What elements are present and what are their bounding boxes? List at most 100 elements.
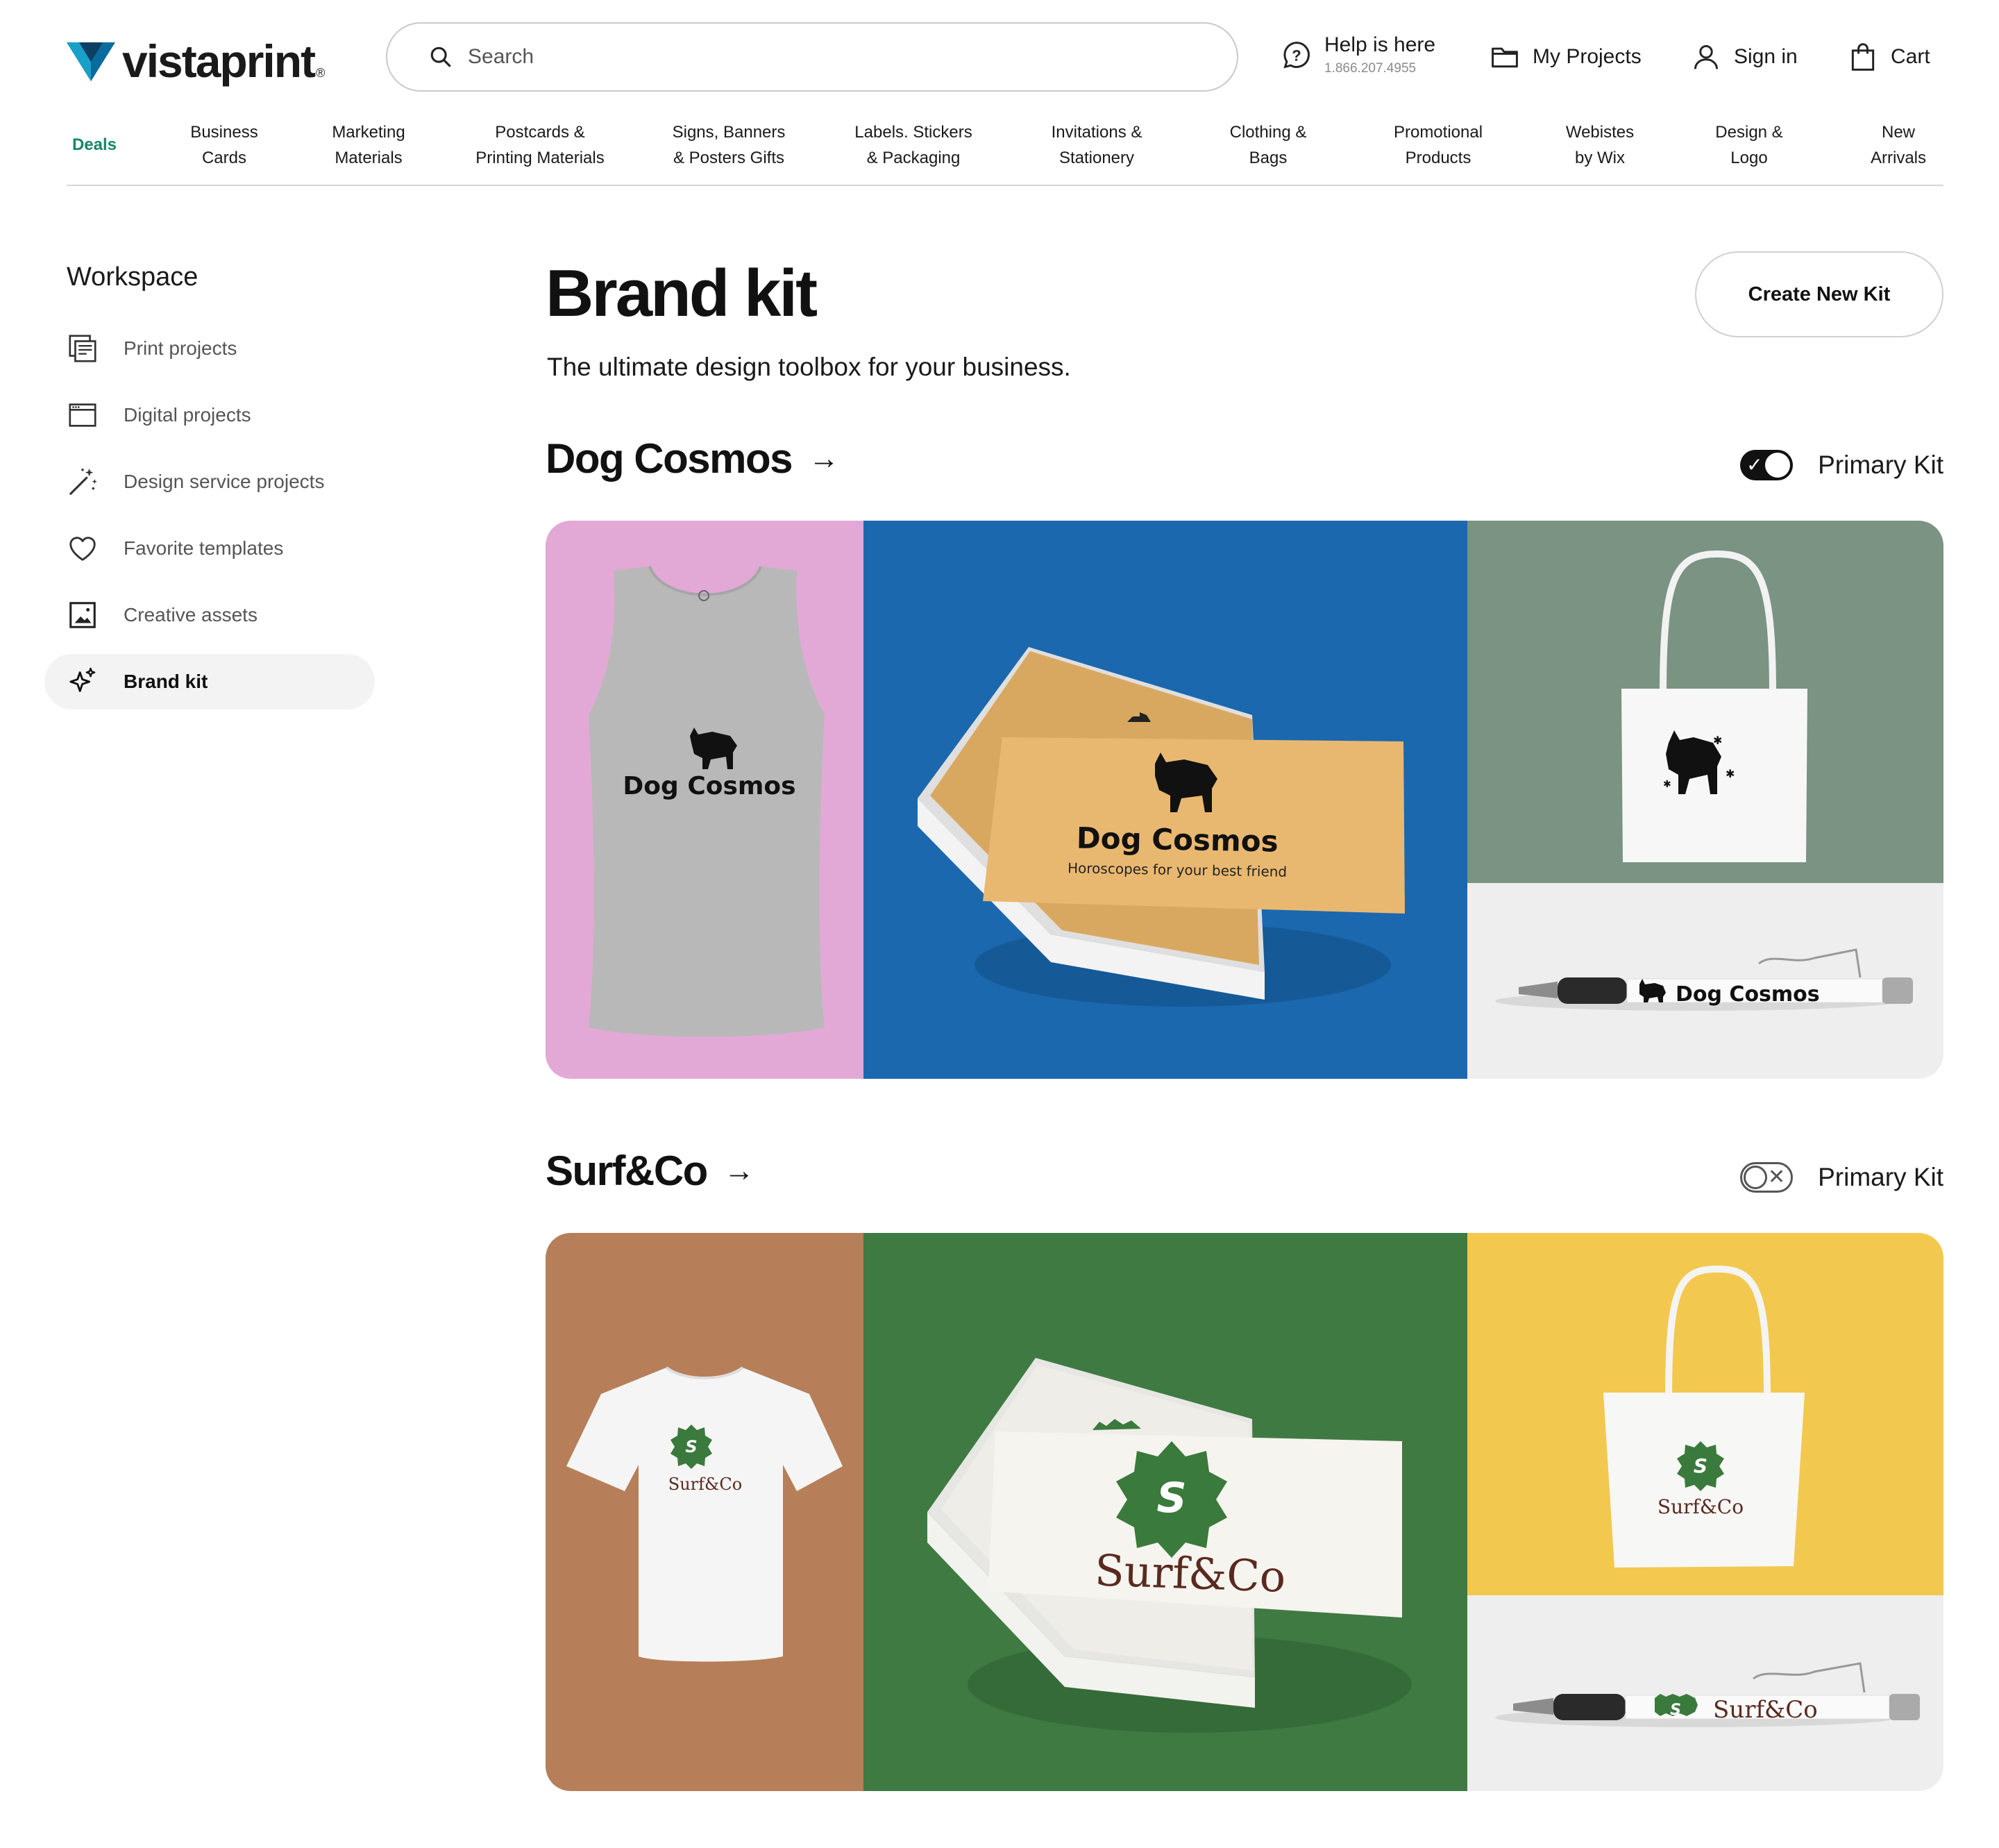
cart-label: Cart (1891, 45, 1930, 68)
nav-postcards[interactable]: Postcards & Printing Materials (475, 119, 604, 171)
tote-badge-letter: S (1694, 1454, 1707, 1477)
kit-name: Surf&Co (546, 1148, 708, 1194)
nav-deals[interactable]: Deals (72, 132, 117, 158)
business-card-image: S Surf&Co (863, 1233, 1467, 1791)
sidebar-item-favorite-templates[interactable]: Favorite templates (44, 521, 375, 576)
primary-kit-toggle-row: ✕ Primary Kit (1740, 1162, 1943, 1193)
business-card-title: Surf&Co (1094, 1545, 1286, 1602)
print-projects-icon (69, 335, 96, 362)
tank-top-logo-text: Dog Cosmos (623, 772, 795, 800)
page-subtitle: The ultimate design toolbox for your bus… (547, 353, 1071, 381)
sidebar-item-label: Creative assets (124, 604, 258, 625)
sidebar-item-design-service[interactable]: Design service projects (44, 454, 375, 510)
sparkle-icon (69, 667, 96, 692)
business-card-mockup: Dog Cosmos Horoscopes for your best frie… (863, 521, 1467, 1079)
nav-labels-stickers[interactable]: Labels. Stickers & Packaging (854, 119, 972, 171)
pen-image: S Surf&Co (1467, 1595, 1943, 1791)
close-icon: ✕ (1767, 1166, 1786, 1188)
primary-kit-label: Primary Kit (1818, 1163, 1943, 1191)
pen-mockup: S Surf&Co (1467, 1595, 1943, 1791)
nav-marketing-materials[interactable]: Marketing Materials (332, 119, 405, 171)
sign-in-link[interactable]: Sign in (1691, 42, 1798, 72)
business-card-title: Dog Cosmos (1076, 821, 1279, 858)
primary-kit-toggle[interactable]: ✕ (1740, 1162, 1794, 1193)
pen-logo-text: Surf&Co (1713, 1696, 1818, 1724)
primary-kit-toggle-row: ✓ Primary Kit (1740, 450, 1943, 480)
my-projects-label: My Projects (1533, 45, 1642, 68)
tote-bag-image: S Surf&Co (1467, 1233, 1943, 1595)
pen-logo-text: Dog Cosmos (1676, 982, 1820, 1007)
sidebar-item-digital-projects[interactable]: Digital projects (44, 387, 375, 443)
tote-bag-mockup: ✱ ✱ ✱ (1467, 521, 1943, 883)
business-card-mockup: S Surf&Co (863, 1233, 1467, 1791)
t-shirt-image: S Surf&Co (546, 1233, 863, 1791)
tote-logo-text: Surf&Co (1658, 1495, 1744, 1518)
search-input[interactable] (468, 45, 1162, 69)
sidebar-item-label: Favorite templates (124, 537, 284, 559)
pen-image: Dog Cosmos (1467, 883, 1943, 1079)
arrow-right-icon: → (809, 441, 839, 476)
browser-window-icon (69, 403, 96, 427)
nav-websites[interactable]: Webistes by Wix (1566, 119, 1634, 171)
primary-kit-label: Primary Kit (1818, 451, 1943, 479)
workspace-title: Workspace (67, 262, 199, 292)
nav-signs-banners[interactable]: Signs, Banners & Posters Gifts (673, 119, 786, 171)
nav-business-cards[interactable]: Business Cards (190, 119, 258, 171)
t-shirt-badge-letter: S (685, 1437, 697, 1456)
primary-kit-toggle[interactable]: ✓ (1740, 450, 1794, 480)
help-link[interactable]: ? Help is here 1.866.207.4955 (1281, 33, 1435, 76)
sign-in-label: Sign in (1734, 45, 1798, 68)
vistaprint-logo[interactable]: vistaprint ® (67, 35, 325, 87)
tote-bag-mockup: S Surf&Co (1467, 1233, 1943, 1595)
nav-design-logo[interactable]: Design & Logo (1715, 119, 1782, 171)
kit-title-link[interactable]: Surf&Co → (546, 1147, 754, 1195)
pen-badge-letter: S (1670, 1702, 1681, 1719)
svg-text:✱: ✱ (1726, 768, 1735, 780)
nav-promotional-products[interactable]: Promotional Products (1394, 119, 1483, 171)
svg-text:?: ? (1292, 47, 1301, 64)
vistaprint-wordmark: vistaprint ® (122, 35, 325, 87)
arrow-right-icon: → (723, 1153, 754, 1188)
category-nav: Deals Business Cards Marketing Materials P… (67, 117, 1943, 186)
nav-new-arrivals[interactable]: New Arrivals (1871, 119, 1926, 171)
tote-bag-image: ✱ ✱ ✱ (1467, 521, 1943, 883)
business-card-badge-letter: S (1156, 1474, 1186, 1522)
create-new-kit-button[interactable]: Create New Kit (1695, 251, 1943, 337)
kit-gallery[interactable]: Dog Cosmos Dog Cosmos Horoscopes for you… (546, 521, 1943, 1079)
kit-name: Dog Cosmos (546, 435, 793, 482)
tank-top-mockup: Dog Cosmos (546, 521, 863, 1079)
nav-invitations[interactable]: Invitations & Stationery (1052, 119, 1142, 171)
sidebar-item-brand-kit[interactable]: Brand kit (44, 654, 375, 709)
nav-clothing-bags[interactable]: Clothing & Bags (1230, 119, 1307, 171)
heart-icon (69, 537, 96, 561)
image-icon (69, 602, 96, 628)
page-title: Brand kit (546, 256, 818, 330)
sidebar-item-label: Digital projects (124, 404, 251, 426)
svg-text:✱: ✱ (1713, 735, 1722, 747)
svg-text:✱: ✱ (1663, 778, 1671, 789)
user-icon (1694, 44, 1719, 69)
check-icon: ✓ (1746, 454, 1763, 476)
sidebar-item-creative-assets[interactable]: Creative assets (44, 587, 375, 643)
business-card-image: Dog Cosmos Horoscopes for your best frie… (863, 521, 1467, 1079)
help-chat-icon: ? (1283, 42, 1310, 69)
sidebar-item-label: Design service projects (124, 471, 325, 492)
my-projects-link[interactable]: My Projects (1490, 42, 1642, 72)
tank-top-image: Dog Cosmos (546, 521, 863, 1079)
sidebar-item-print-projects[interactable]: Print projects (44, 321, 375, 376)
t-shirt-mockup: S Surf&Co (546, 1233, 863, 1791)
search-bar[interactable] (386, 22, 1238, 92)
kit-title-link[interactable]: Dog Cosmos → (546, 435, 839, 482)
search-icon (430, 47, 451, 67)
sidebar-item-label: Brand kit (124, 671, 208, 692)
kit-gallery[interactable]: S Surf&Co S Surf&Co S Surf&Co S Surf&Co (546, 1233, 1943, 1791)
vistaprint-logo-icon (67, 42, 115, 81)
cart-link[interactable]: Cart (1848, 42, 1930, 72)
help-phone: 1.866.207.4955 (1324, 61, 1417, 76)
pen-mockup: Dog Cosmos (1467, 883, 1943, 1079)
folder-icon (1492, 47, 1518, 68)
sidebar-item-label: Print projects (124, 337, 237, 359)
shopping-bag-icon (1851, 43, 1875, 71)
t-shirt-logo-text: Surf&Co (668, 1475, 742, 1494)
help-label: Help is here (1324, 33, 1436, 56)
